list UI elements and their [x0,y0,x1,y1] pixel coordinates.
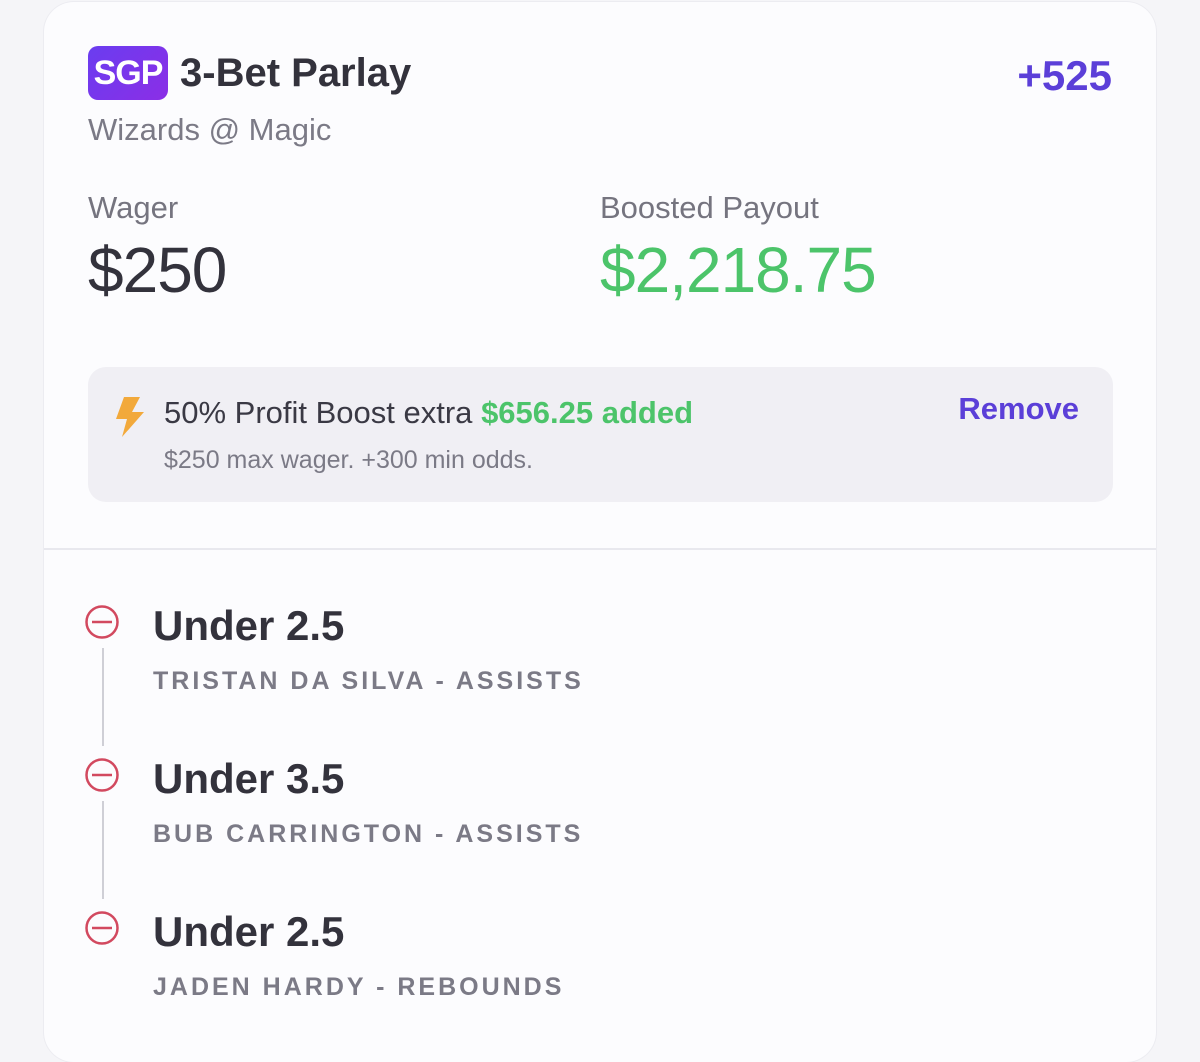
minus-circle-icon [85,758,119,792]
boost-added-amount: $656.25 added [481,395,694,430]
matchup: Wizards @ Magic [88,112,332,147]
boost-terms: $250 max wager. +300 min odds. [164,446,533,474]
bet-title: 3-Bet Parlay [180,51,412,95]
leg-pick: Under 2.5 [153,602,345,649]
leg-detail: BUB CARRINGTON - ASSISTS [153,820,584,848]
profit-boost-panel: 50% Profit Boost extra $656.25 added $25… [88,367,1113,502]
leg-item: Under 2.5 TRISTAN DA SILVA - ASSISTS [84,602,1084,746]
payout-label: Boosted Payout [600,190,819,225]
payout-amount: $2,218.75 [600,234,877,306]
leg-item: Under 3.5 BUB CARRINGTON - ASSISTS [84,755,1084,899]
leg-item: Under 2.5 JADEN HARDY - REBOUNDS [84,908,1084,1030]
sgp-badge: SGP [88,46,168,100]
wager-amount: $250 [88,234,227,306]
leg-pick: Under 2.5 [153,908,345,955]
leg-pick: Under 3.5 [153,755,345,802]
minus-circle-icon [85,911,119,945]
divider [44,548,1156,550]
bet-card: SGP 3-Bet Parlay +525 Wizards @ Magic Wa… [44,2,1156,1062]
leg-detail: JADEN HARDY - REBOUNDS [153,973,565,1001]
lightning-bolt-icon [116,397,144,437]
boost-text: 50% Profit Boost extra [164,395,473,430]
leg-detail: TRISTAN DA SILVA - ASSISTS [153,667,584,695]
leg-connector [102,648,104,746]
minus-circle-icon [85,605,119,639]
bet-odds: +525 [1017,52,1112,99]
leg-connector [102,801,104,899]
wager-label: Wager [88,190,179,225]
boost-description: 50% Profit Boost extra $656.25 added [164,393,693,433]
remove-boost-button[interactable]: Remove [958,389,1079,429]
